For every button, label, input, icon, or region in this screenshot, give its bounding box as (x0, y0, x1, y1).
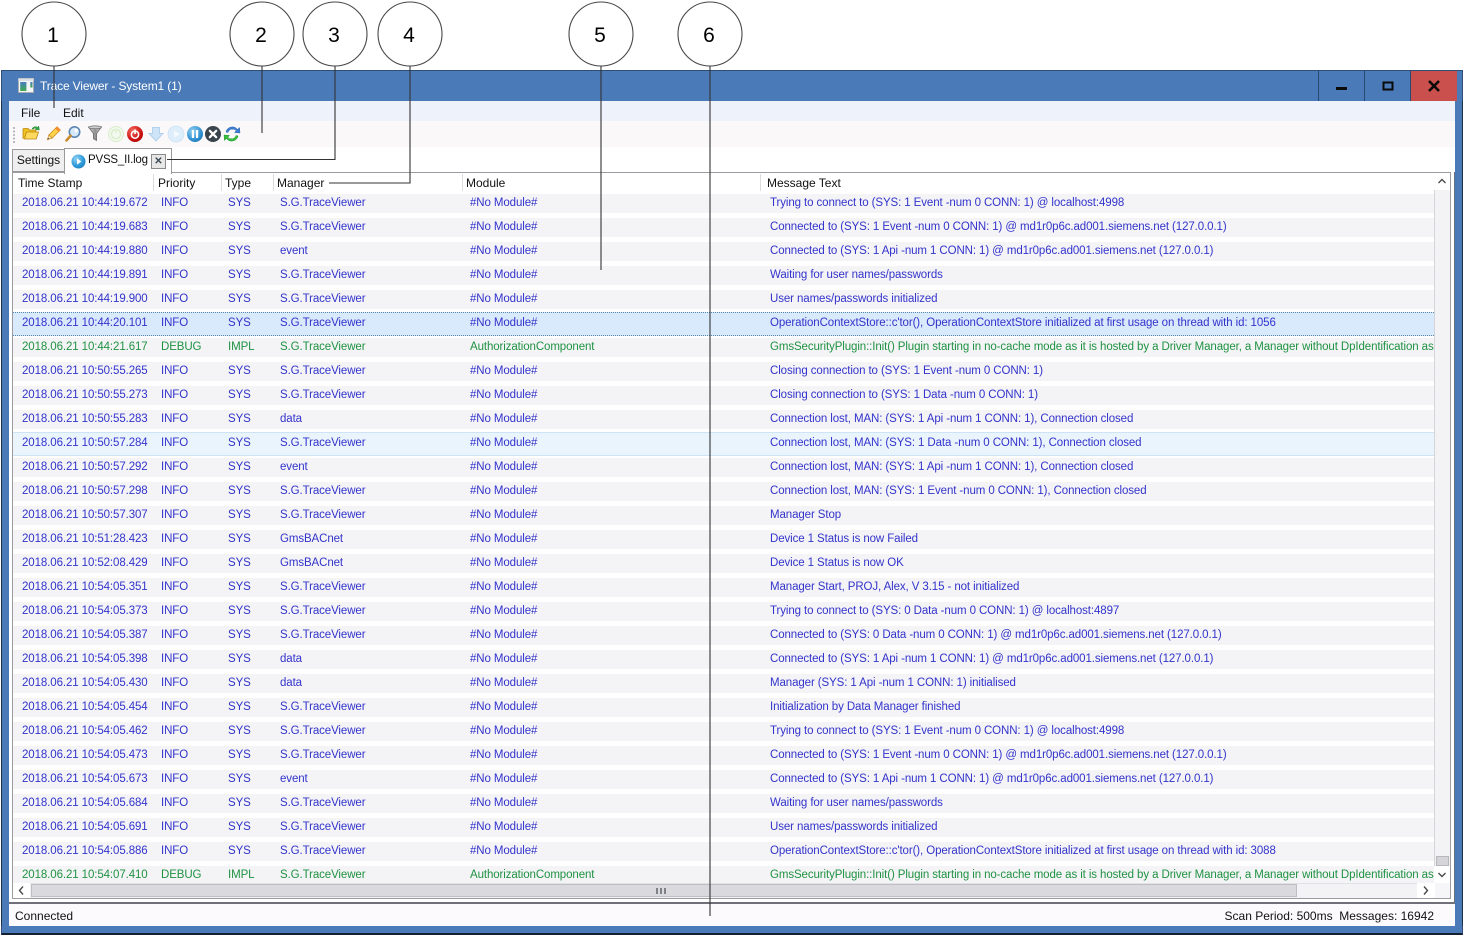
svg-text:5: 5 (594, 24, 606, 47)
svg-text:3: 3 (328, 24, 340, 47)
svg-text:6: 6 (703, 24, 715, 47)
svg-text:2: 2 (255, 24, 267, 47)
svg-text:4: 4 (403, 24, 415, 47)
svg-text:1: 1 (47, 24, 59, 47)
